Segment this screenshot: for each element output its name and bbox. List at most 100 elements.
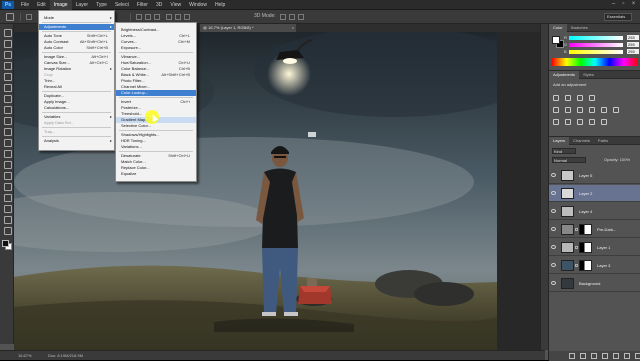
selective-color-icon[interactable]	[589, 119, 595, 125]
layer-row[interactable]: Layer 1	[549, 239, 640, 256]
visibility-eye-icon[interactable]	[551, 227, 556, 231]
align-top-icon[interactable]	[136, 14, 142, 20]
new-adjustment-icon[interactable]	[602, 353, 608, 359]
mask-link-icon[interactable]	[575, 228, 578, 231]
3d-rotate-icon[interactable]	[280, 14, 286, 20]
opacity-control[interactable]: Opacity: 100%	[604, 157, 630, 162]
adjustments-menu-item-color-lookup[interactable]: Color Lookup...	[116, 90, 196, 96]
tab-color[interactable]: Color	[549, 24, 567, 32]
visibility-eye-icon[interactable]	[551, 245, 556, 249]
tab-paths[interactable]: Paths	[594, 137, 612, 145]
layer-thumbnail[interactable]	[561, 188, 574, 199]
blue-slider[interactable]: B 255	[564, 49, 639, 54]
move-tool-icon[interactable]	[6, 13, 14, 21]
layer-thumbnail[interactable]	[561, 260, 574, 271]
delete-layer-icon[interactable]	[635, 353, 640, 359]
brightness-contrast-icon[interactable]	[553, 95, 559, 101]
curves-icon[interactable]	[577, 95, 583, 101]
gradient-map-icon[interactable]	[601, 119, 607, 125]
opacity-value[interactable]: 100%	[620, 157, 630, 162]
quick-select-tool-icon[interactable]	[3, 61, 12, 70]
layer-row[interactable]: Layer 4	[549, 203, 640, 220]
layer-thumbnail[interactable]	[561, 242, 574, 253]
align-middle-icon[interactable]	[145, 14, 151, 20]
add-mask-icon[interactable]	[591, 353, 597, 359]
menu-layer[interactable]: Layer	[72, 0, 93, 10]
adjustments-menu-item-selective-color[interactable]: Selective Color...	[116, 123, 196, 129]
layer-mask-thumbnail[interactable]	[579, 224, 592, 235]
align-right-icon[interactable]	[184, 14, 190, 20]
layer-mask-thumbnail[interactable]	[579, 242, 592, 253]
layer-kind-filter[interactable]: Kind	[552, 148, 576, 154]
menu-view[interactable]: View	[166, 0, 185, 10]
crop-tool-icon[interactable]	[3, 72, 12, 81]
image-menu-item-calculations[interactable]: Calculations...	[39, 105, 114, 111]
hand-tool-icon[interactable]	[3, 226, 12, 235]
visibility-eye-icon[interactable]	[551, 263, 556, 267]
auto-select-checkbox[interactable]	[26, 14, 32, 20]
brush-tool-icon[interactable]	[3, 105, 12, 114]
layer-row[interactable]: Layer 2	[549, 185, 640, 202]
layer-row[interactable]: Background	[549, 275, 640, 292]
posterize-icon[interactable]	[565, 119, 571, 125]
tab-channels[interactable]: Channels	[569, 137, 594, 145]
layer-row[interactable]: Layer 3	[549, 257, 640, 274]
align-left-icon[interactable]	[166, 14, 172, 20]
photo-filter-icon[interactable]	[601, 107, 607, 113]
align-center-icon[interactable]	[175, 14, 181, 20]
menu-help[interactable]: Help	[211, 0, 229, 10]
red-gradient[interactable]	[569, 36, 623, 40]
exposure-icon[interactable]	[589, 95, 595, 101]
layer-thumbnail[interactable]	[561, 170, 574, 181]
green-slider[interactable]: G 255	[564, 42, 639, 47]
blue-gradient[interactable]	[569, 50, 623, 54]
history-brush-tool-icon[interactable]	[3, 127, 12, 136]
healing-brush-tool-icon[interactable]	[3, 94, 12, 103]
eraser-tool-icon[interactable]	[3, 138, 12, 147]
levels-icon[interactable]	[565, 95, 571, 101]
document-tab[interactable]: @ 16.7% (Layer 1, RGB/8) * ×	[200, 24, 296, 32]
visibility-eye-icon[interactable]	[551, 191, 556, 195]
tab-adjustments[interactable]: Adjustments	[549, 71, 580, 79]
clone-stamp-tool-icon[interactable]	[3, 116, 12, 125]
tab-swatches[interactable]: Swatches	[567, 24, 592, 32]
eyedropper-tool-icon[interactable]	[3, 83, 12, 92]
image-menu-item-adjustments[interactable]: Adjustments ▸	[39, 24, 114, 30]
zoom-level[interactable]: 16.67%	[18, 351, 32, 360]
close-tab-icon[interactable]: ×	[292, 24, 294, 32]
pen-tool-icon[interactable]	[3, 182, 12, 191]
menu-type[interactable]: Type	[92, 0, 111, 10]
align-bottom-icon[interactable]	[154, 14, 160, 20]
minimize-icon[interactable]: –	[610, 1, 617, 8]
green-gradient[interactable]	[569, 43, 623, 47]
foreground-color-swatch[interactable]	[2, 240, 9, 247]
layer-name[interactable]: Layer 1	[597, 245, 610, 250]
layer-name[interactable]: Layer 4	[579, 209, 592, 214]
menu-file[interactable]: File	[17, 0, 33, 10]
green-value[interactable]: 255	[627, 42, 639, 47]
layer-row[interactable]: Layer 5	[549, 167, 640, 184]
marquee-tool-icon[interactable]	[3, 39, 12, 48]
threshold-icon[interactable]	[577, 119, 583, 125]
layer-thumbnail[interactable]	[561, 224, 574, 235]
menu-edit[interactable]: Edit	[33, 0, 50, 10]
layer-name[interactable]: Layer 3	[597, 263, 610, 268]
type-tool-icon[interactable]	[3, 193, 12, 202]
visibility-eye-icon[interactable]	[551, 281, 556, 285]
3d-pan-icon[interactable]	[298, 14, 304, 20]
3d-roll-icon[interactable]	[289, 14, 295, 20]
layer-name[interactable]: Layer 5	[579, 173, 592, 178]
layer-name[interactable]: Layer 2	[579, 191, 592, 196]
layer-style-icon[interactable]	[580, 353, 586, 359]
red-value[interactable]: 255	[627, 35, 639, 40]
layer-thumbnail[interactable]	[561, 206, 574, 217]
blend-mode-select[interactable]: Normal	[552, 157, 586, 163]
menu-select[interactable]: Select	[111, 0, 133, 10]
channel-mixer-icon[interactable]	[613, 107, 619, 113]
maximize-icon[interactable]: ▫	[620, 1, 627, 8]
dodge-tool-icon[interactable]	[3, 171, 12, 180]
visibility-eye-icon[interactable]	[551, 209, 556, 213]
move-tool-icon[interactable]	[3, 28, 12, 37]
close-icon[interactable]: ×	[630, 1, 637, 8]
layer-name[interactable]: Background	[579, 281, 600, 286]
